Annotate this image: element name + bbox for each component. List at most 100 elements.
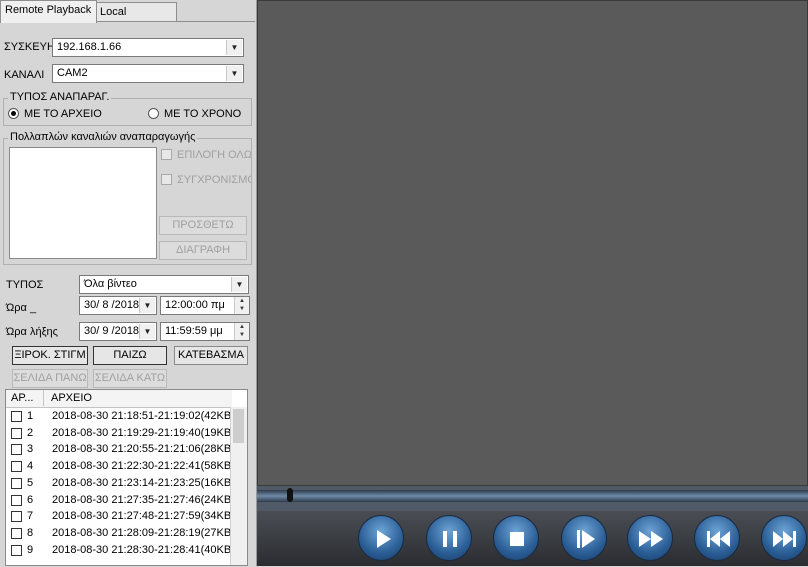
fast-forward-control-button[interactable] — [627, 515, 673, 561]
fast-forward-icon — [639, 531, 663, 547]
chevron-down-icon[interactable]: ▼ — [231, 277, 247, 292]
chevron-down-icon[interactable]: ▼ — [226, 40, 242, 55]
table-row[interactable]: 3 2018-08-30 21:20:55-21:21:06(28KB — [6, 441, 232, 458]
channel-list-box[interactable] — [9, 147, 157, 259]
row-number: 6 — [27, 493, 34, 506]
rewind-icon — [707, 531, 730, 547]
progress-track[interactable] — [257, 490, 808, 502]
channel-value: CAM2 — [57, 67, 88, 79]
chevron-down-icon[interactable]: ▼ — [226, 66, 242, 81]
start-time-field[interactable]: 12:00:00 πμ ▲ ▼ — [160, 296, 250, 315]
file-list-header: ΑΡ... ΑΡΧΕΙΟ — [6, 390, 232, 408]
channel-select[interactable]: CAM2 ▼ — [52, 64, 244, 83]
radio-by-time[interactable] — [148, 108, 159, 119]
radio-by-time-label[interactable]: ΜΕ ΤΟ ΧΡΟΝΟ — [164, 108, 241, 120]
radio-by-file-label[interactable]: ΜΕ ΤΟ ΑΡΧΕΙΟ — [24, 108, 102, 120]
end-date-picker[interactable]: 30/ 9 /2018 ▼ — [79, 322, 157, 341]
vertical-scrollbar[interactable] — [230, 407, 247, 565]
player-controls — [257, 511, 808, 566]
row-file: 2018-08-30 21:22:30-21:22:41(58KB — [52, 460, 232, 473]
skip-forward-control-button[interactable] — [761, 515, 807, 561]
progress-thumb[interactable] — [287, 488, 293, 502]
sync-checkbox[interactable] — [161, 174, 172, 185]
row-checkbox[interactable] — [11, 477, 22, 489]
row-checkbox[interactable] — [11, 461, 22, 473]
select-all-checkbox[interactable] — [161, 149, 172, 160]
row-number: 2 — [27, 426, 34, 439]
select-all-label: ΕΠΙΛΟΓΗ ΟΛΩ — [177, 149, 251, 161]
row-file: 2018-08-30 21:28:30-21:28:41(40KB — [52, 543, 232, 556]
tab-local-playback[interactable]: Local Playback — [95, 2, 177, 37]
channel-label: ΚΑΝΑΛΙ — [4, 69, 45, 81]
play-control-button[interactable] — [358, 515, 404, 561]
playback-type-title: ΤΥΠΟΣ ΑΝΑΠΑΡΑΓ. — [8, 91, 112, 103]
row-number: 3 — [27, 443, 34, 456]
device-select[interactable]: 192.168.1.66 ▼ — [52, 38, 244, 57]
row-file: 2018-08-30 21:18:51-21:19:02(42KB — [52, 410, 232, 422]
spinner-icon[interactable]: ▲ ▼ — [234, 297, 249, 314]
multi-channel-title: Πολλαπλών καναλιών αναπαραγωγής — [8, 131, 198, 143]
video-display[interactable] — [257, 0, 808, 486]
row-file: 2018-08-30 21:27:48-21:27:59(34KB — [52, 510, 232, 523]
delete-button[interactable]: ΔΙΑΓΡΑΦΗ — [159, 241, 247, 260]
pause-icon — [443, 531, 457, 547]
row-number: 4 — [27, 460, 34, 473]
row-checkbox[interactable] — [11, 544, 22, 556]
file-list[interactable]: ΑΡ... ΑΡΧΕΙΟ 1 2018-08-30 21:18:51-21:19:… — [5, 389, 248, 566]
end-time-label: Ώρα λήξης — [6, 326, 58, 338]
rewind-control-button[interactable] — [694, 515, 740, 561]
type-value: Όλα βίντεο — [84, 278, 137, 290]
scrollbar-thumb[interactable] — [233, 409, 244, 443]
row-file: 2018-08-30 21:19:29-21:19:40(19KB — [52, 426, 232, 439]
device-value: 192.168.1.66 — [57, 41, 122, 53]
step-forward-icon — [577, 530, 595, 548]
page-down-button[interactable]: ΣΕΛΙΔΑ ΚΑΤΩ — [93, 369, 167, 388]
row-number: 9 — [27, 543, 34, 556]
table-row[interactable]: 9 2018-08-30 21:28:30-21:28:41(40KB — [6, 542, 232, 559]
spinner-icon[interactable]: ▲ ▼ — [234, 323, 249, 340]
row-checkbox[interactable] — [11, 527, 22, 539]
type-label: ΤΥΠΟΣ — [6, 279, 44, 291]
row-number: 7 — [27, 510, 34, 523]
radio-by-file[interactable] — [8, 108, 19, 119]
table-row[interactable]: 6 2018-08-30 21:27:35-21:27:46(24KB — [6, 492, 232, 509]
device-label: ΣΥΣΚΕΥΗ — [4, 41, 55, 53]
table-row[interactable]: 2 2018-08-30 21:19:29-21:19:40(19KB — [6, 425, 232, 442]
row-checkbox[interactable] — [11, 427, 22, 439]
chevron-down-icon[interactable]: ▼ — [139, 298, 155, 313]
progress-area — [257, 486, 808, 511]
table-row[interactable]: 8 2018-08-30 21:28:09-21:28:19(27KB — [6, 525, 232, 542]
step-forward-control-button[interactable] — [561, 515, 607, 561]
row-checkbox[interactable] — [11, 511, 22, 523]
column-header-num[interactable]: ΑΡ... — [11, 390, 44, 406]
type-select[interactable]: Όλα βίντεο ▼ — [79, 275, 249, 294]
end-time-value: 11:59:59 μμ — [165, 325, 223, 337]
stop-control-button[interactable] — [493, 515, 539, 561]
table-row[interactable]: 1 2018-08-30 21:18:51-21:19:02(42KB — [6, 408, 232, 425]
row-checkbox[interactable] — [11, 444, 22, 456]
table-row[interactable]: 5 2018-08-30 21:23:14-21:23:25(16KB — [6, 475, 232, 492]
table-row[interactable]: 4 2018-08-30 21:22:30-21:22:41(58KB — [6, 458, 232, 475]
play-button[interactable]: ΠΑΙΖΩ — [93, 346, 167, 365]
page-up-button[interactable]: ΣΕΛΙΔΑ ΠΑΝΩ — [12, 369, 88, 388]
left-panel: Remote Playback Local Playback ΣΥΣΚΕΥΗ 1… — [0, 0, 257, 567]
row-file: 2018-08-30 21:20:55-21:21:06(28KB — [52, 443, 232, 456]
chevron-down-icon[interactable]: ▼ — [139, 324, 155, 339]
download-button[interactable]: ΚΑΤΕΒΑΣΜΑ — [174, 346, 248, 365]
end-time-field[interactable]: 11:59:59 μμ ▲ ▼ — [160, 322, 250, 341]
start-date-picker[interactable]: 30/ 8 /2018 ▼ — [79, 296, 157, 315]
row-checkbox[interactable] — [11, 411, 22, 422]
add-button[interactable]: ΠΡΟΣΘΕΤΩ — [159, 216, 247, 235]
table-row[interactable]: 7 2018-08-30 21:27:48-21:27:59(34KB — [6, 508, 232, 525]
pause-control-button[interactable] — [426, 515, 472, 561]
column-header-file[interactable]: ΑΡΧΕΙΟ — [51, 390, 92, 406]
stop-icon — [510, 532, 524, 546]
tab-remote-playback[interactable]: Remote Playback — [0, 0, 97, 23]
play-icon — [377, 530, 391, 548]
start-time-value: 12:00:00 πμ — [165, 299, 225, 311]
row-checkbox[interactable] — [11, 494, 22, 506]
row-number: 5 — [27, 476, 34, 489]
snapshot-button[interactable]: ΞΙΡΟΚ. ΣΤΙΓΜ — [12, 346, 88, 365]
row-number: 1 — [27, 410, 34, 422]
skip-forward-icon — [773, 531, 796, 547]
